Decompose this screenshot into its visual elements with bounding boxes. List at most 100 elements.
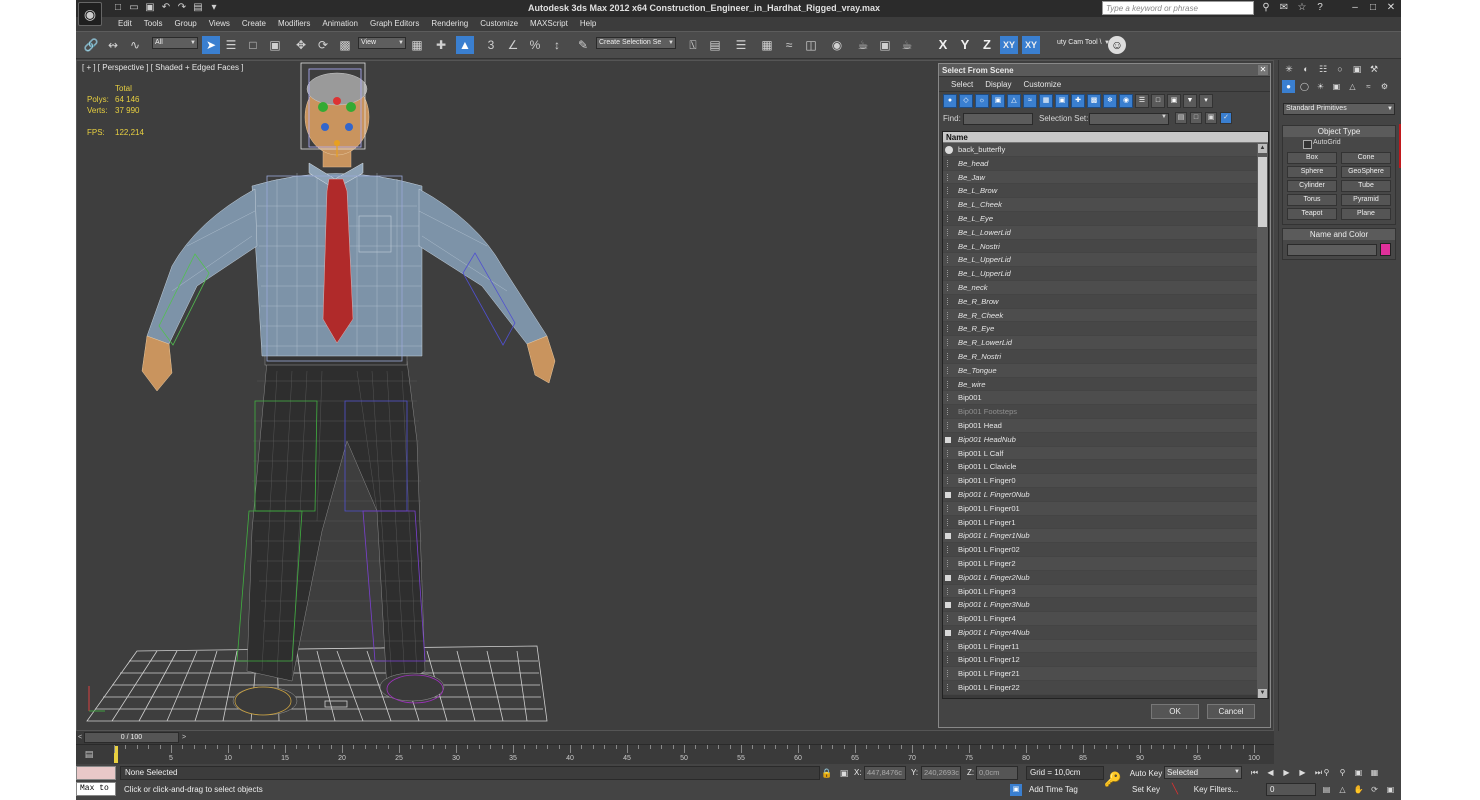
- time-slider-prev-icon[interactable]: <: [76, 732, 84, 743]
- cameras-icon[interactable]: ▣: [1330, 80, 1343, 93]
- axis-xy-cycle-button[interactable]: XY: [1022, 36, 1040, 54]
- list-item[interactable]: Bip001 L Finger1Nub: [943, 529, 1258, 544]
- spinner-snap-icon[interactable]: ↕: [548, 36, 566, 54]
- plane-button[interactable]: Plane: [1341, 208, 1391, 220]
- set-key-button[interactable]: Set Key: [1128, 783, 1164, 796]
- display-helpers-icon[interactable]: △: [1007, 94, 1021, 108]
- cylinder-button[interactable]: Cylinder: [1287, 180, 1337, 192]
- selection-filter-dropdown[interactable]: All: [152, 37, 198, 49]
- display-cameras-icon[interactable]: ▣: [991, 94, 1005, 108]
- keyboard-shortcut-override-icon[interactable]: ▲: [456, 36, 474, 54]
- dialog-title[interactable]: Select From Scene: [939, 64, 1270, 77]
- axis-y-button[interactable]: Y: [956, 36, 974, 54]
- help-icon[interactable]: ?: [1314, 2, 1326, 14]
- selection-set-dropdown[interactable]: [1089, 113, 1169, 125]
- time-config-icon[interactable]: ▤: [1320, 783, 1333, 796]
- list-item[interactable]: Bip001 L Finger1: [943, 515, 1258, 530]
- list-item[interactable]: Bip001 L Clavicle: [943, 460, 1258, 475]
- key-filters-button[interactable]: Key Filters...: [1188, 783, 1244, 796]
- autogrid-checkbox[interactable]: AutoGrid: [1283, 137, 1395, 149]
- list-item[interactable]: Bip001 Head: [943, 418, 1258, 433]
- axis-xy-button[interactable]: XY: [1000, 36, 1018, 54]
- maxscript-listener-input[interactable]: Max to: [76, 782, 116, 796]
- render-setup-icon[interactable]: ☕: [854, 36, 872, 54]
- list-item[interactable]: Bip001: [943, 391, 1258, 406]
- space-warps-icon[interactable]: ≈: [1362, 80, 1375, 93]
- redo-icon[interactable]: ↷: [176, 2, 188, 14]
- display-invert-icon[interactable]: ▣: [1167, 94, 1181, 108]
- maximize-icon[interactable]: □: [1364, 0, 1382, 15]
- auto-key-button[interactable]: Auto Key: [1128, 767, 1164, 780]
- geometry-icon[interactable]: ●: [1282, 80, 1295, 93]
- set-key-icon[interactable]: 🔑: [1104, 770, 1122, 788]
- scroll-thumb[interactable]: [1258, 157, 1267, 227]
- list-item[interactable]: Be_L_UpperLid: [943, 253, 1258, 268]
- dialog-menu-select[interactable]: Select: [945, 77, 979, 91]
- select-dependents-icon[interactable]: ✓: [1220, 112, 1232, 124]
- object-color-swatch[interactable]: [1380, 243, 1391, 256]
- list-item[interactable]: Bip001 L Finger02: [943, 543, 1258, 557]
- display-lights-icon[interactable]: ☼: [975, 94, 989, 108]
- application-menu-icon[interactable]: ◉: [78, 2, 102, 26]
- list-item[interactable]: Be_R_LowerLid: [943, 336, 1258, 350]
- new-file-icon[interactable]: □: [112, 2, 124, 14]
- search-input[interactable]: Type a keyword or phrase: [1102, 1, 1254, 15]
- cone-button[interactable]: Cone: [1341, 152, 1391, 164]
- list-item[interactable]: Be_Jaw: [943, 170, 1258, 185]
- list-item[interactable]: Bip001 L Finger01: [943, 501, 1258, 516]
- key-mode-dropdown[interactable]: Selected: [1164, 766, 1242, 779]
- cancel-button[interactable]: Cancel: [1207, 704, 1255, 719]
- search-icon[interactable]: ⚲: [1260, 2, 1272, 14]
- selection-region-icon[interactable]: □: [244, 36, 262, 54]
- display-groups-icon[interactable]: ▦: [1039, 94, 1053, 108]
- time-slider[interactable]: < 0 / 100 >: [76, 731, 1274, 744]
- create-tab-icon[interactable]: ✳: [1282, 63, 1296, 75]
- cam-tool-icon[interactable]: ☺: [1108, 36, 1126, 54]
- motion-tab-icon[interactable]: ○: [1333, 63, 1347, 75]
- display-none-icon[interactable]: □: [1151, 94, 1165, 108]
- display-tab-icon[interactable]: ▣: [1350, 63, 1364, 75]
- box-button[interactable]: Box: [1287, 152, 1337, 164]
- curve-editor-icon[interactable]: ≈: [780, 36, 798, 54]
- menu-animation[interactable]: Animation: [316, 18, 364, 30]
- modify-tab-icon[interactable]: ◐: [1299, 63, 1313, 75]
- communication-center-icon[interactable]: ✉: [1278, 2, 1290, 14]
- sphere-button[interactable]: Sphere: [1287, 166, 1337, 178]
- go-to-start-icon[interactable]: ⏮: [1248, 766, 1261, 779]
- list-item[interactable]: Be_L_UpperLid: [943, 267, 1258, 281]
- menu-modifiers[interactable]: Modifiers: [272, 18, 316, 30]
- align-icon[interactable]: ▤: [706, 36, 724, 54]
- utility-cam-tool-dropdown[interactable]: uty Cam Tool \: [1054, 37, 1112, 49]
- list-item[interactable]: Be_L_Eye: [943, 211, 1258, 226]
- dialog-menu-display[interactable]: Display: [979, 77, 1017, 91]
- list-item[interactable]: Be_L_Brow: [943, 184, 1258, 199]
- menu-maxscript[interactable]: MAXScript: [524, 18, 574, 30]
- unlink-icon[interactable]: ↭: [104, 36, 122, 54]
- list-item[interactable]: Be_R_Nostri: [943, 349, 1258, 364]
- angle-snap-icon[interactable]: ∠: [504, 36, 522, 54]
- favorites-icon[interactable]: ☆: [1296, 2, 1308, 14]
- save-icon[interactable]: ▣: [144, 2, 156, 14]
- axis-z-button[interactable]: Z: [978, 36, 996, 54]
- primitive-category-dropdown[interactable]: Standard Primitives: [1283, 103, 1395, 115]
- close-icon[interactable]: ✕: [1258, 65, 1268, 75]
- add-time-tag-button[interactable]: Add Time Tag: [1026, 783, 1104, 797]
- select-none-icon[interactable]: □: [1190, 112, 1202, 124]
- display-space-warps-icon[interactable]: ≈: [1023, 94, 1037, 108]
- schematic-view-icon[interactable]: ◫: [802, 36, 820, 54]
- list-item[interactable]: Be_head: [943, 156, 1258, 171]
- viewport-label[interactable]: [ + ] [ Perspective ] [ Shaded + Edged F…: [82, 63, 243, 72]
- selection-lock-icon[interactable]: 🔒: [821, 767, 833, 779]
- list-item[interactable]: Bip001 L Calf: [943, 446, 1258, 461]
- select-object-icon[interactable]: ➤: [202, 36, 220, 54]
- close-icon[interactable]: ✕: [1382, 0, 1400, 15]
- hierarchy-tab-icon[interactable]: ☷: [1316, 63, 1330, 75]
- display-containers-icon[interactable]: ▩: [1087, 94, 1101, 108]
- zoom-extents-all-icon[interactable]: ▦: [1368, 766, 1381, 779]
- next-frame-icon[interactable]: ▶: [1296, 766, 1309, 779]
- list-item[interactable]: Bip001 L Finger11: [943, 639, 1258, 654]
- orbit-icon[interactable]: ⟳: [1368, 783, 1381, 796]
- list-item[interactable]: Bip001 L Finger2Nub: [943, 570, 1258, 585]
- display-xrefs-icon[interactable]: ▣: [1055, 94, 1069, 108]
- minimize-icon[interactable]: –: [1346, 0, 1364, 15]
